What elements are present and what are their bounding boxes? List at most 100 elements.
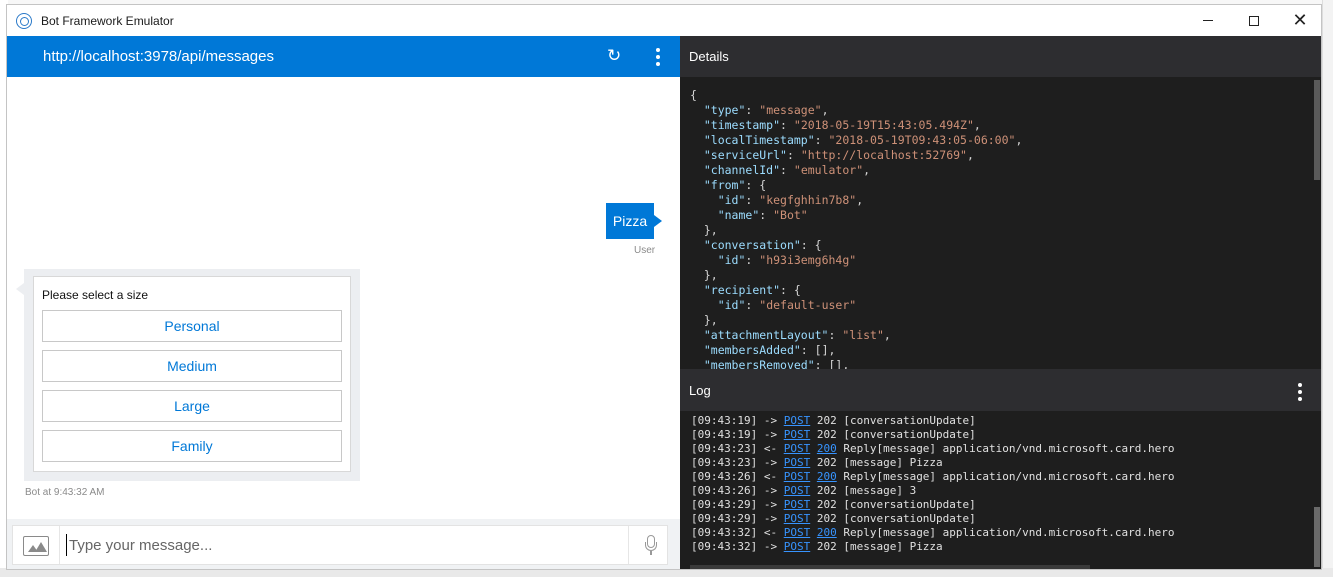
json-string: "emulator" [793,163,864,177]
json-inspector[interactable]: { "type": "message", "timestamp": "2018-… [690,88,1310,369]
log-sep [810,414,817,427]
chat-header: http://localhost:3978/api/messages ↻ [7,36,680,77]
json-punct: , [973,118,981,132]
json-line: }, [690,313,1310,328]
json-key: "attachmentLayout" [703,328,829,342]
json-punct: }, [690,223,718,237]
json-punct [690,358,704,369]
log-row: [09:43:26] -> POST 202 [message] 3 [691,484,1301,498]
json-punct: , [856,193,864,207]
chat-menu-icon[interactable] [655,48,661,66]
user-message-bubble[interactable]: Pizza [606,203,662,239]
log-method-link[interactable]: POST [784,442,811,455]
hero-card: Please select a size Personal Medium Lar… [33,276,351,472]
log-row: [09:43:32] -> POST 202 [message] Pizza [691,540,1301,554]
chat-input-bar [7,519,680,569]
json-line: "type": "message", [690,103,1310,118]
card-button-personal[interactable]: Personal [42,310,342,342]
card-button-large[interactable]: Large [42,390,342,422]
log-row: [09:43:19] -> POST 202 [conversationUpda… [691,428,1301,442]
log-sep [810,442,817,455]
minimize-button[interactable] [1185,5,1231,36]
log-row: [09:43:19] -> POST 202 [conversationUpda… [691,414,1301,428]
json-punct: : [780,118,794,132]
log-menu-icon[interactable] [1297,383,1303,401]
json-key: "membersAdded" [703,343,801,357]
json-punct: : [745,298,760,312]
minimize-icon [1203,20,1213,21]
log-row: [09:43:32] <- POST 200 Reply[message] ap… [691,526,1301,540]
json-punct: : { [745,178,767,192]
log-time: [09:43:23] -> [691,456,784,469]
json-key: "serviceUrl" [703,148,787,162]
log-status-link[interactable]: 200 [817,442,837,455]
log-panel: Log [09:43:19] -> POST 202 [conversation… [680,369,1321,569]
json-punct [690,253,718,267]
json-punct: : [], [800,343,836,357]
log-method-link[interactable]: POST [784,512,811,525]
log-entries: [09:43:19] -> POST 202 [conversationUpda… [691,414,1301,564]
json-punct: : [759,208,774,222]
json-key: "id" [717,253,746,267]
log-status: 202 [816,428,837,441]
message-input-box [12,525,668,565]
log-message: Reply[message] application/vnd.microsoft… [836,470,1175,483]
upload-image-icon[interactable] [23,536,49,556]
log-message: [message] Pizza [836,456,943,469]
log-method-link[interactable]: POST [784,456,811,469]
log-method-link[interactable]: POST [784,540,811,553]
close-button[interactable]: ✕ [1277,5,1321,36]
json-key: "timestamp" [703,118,781,132]
json-punct [690,178,704,192]
message-input[interactable] [66,534,616,556]
log-method-link[interactable]: POST [784,498,811,511]
json-punct: : [786,148,801,162]
json-punct [690,118,704,132]
log-horizontal-scrollbar[interactable] [690,565,1090,569]
card-button-medium[interactable]: Medium [42,350,342,382]
json-punct: , [863,163,871,177]
title-bar[interactable]: Bot Framework Emulator ✕ [7,5,1321,36]
endpoint-url: http://localhost:3978/api/messages [43,48,274,65]
json-punct [690,148,704,162]
json-line: "localTimestamp": "2018-05-19T09:43:05-0… [690,133,1310,148]
json-key: "channelId" [703,163,781,177]
log-method-link[interactable]: POST [784,526,811,539]
json-key: "membersRemoved" [703,358,815,369]
log-method-link[interactable]: POST [784,414,811,427]
json-key: "from" [703,178,746,192]
json-punct [690,298,718,312]
json-punct: : [828,328,843,342]
json-line: "name": "Bot" [690,208,1310,223]
json-line: "id": "h93i3emg6h4g" [690,253,1310,268]
maximize-button[interactable] [1231,5,1277,36]
log-scrollbar[interactable] [1314,507,1320,567]
chat-transcript[interactable]: Pizza User Please select a size Personal… [7,77,680,519]
json-punct [690,343,704,357]
log-row: [09:43:29] -> POST 202 [conversationUpda… [691,498,1301,512]
log-status-link[interactable]: 200 [817,526,837,539]
log-method-link[interactable]: POST [784,484,811,497]
log-status: 202 [816,540,837,553]
json-punct: : [745,193,760,207]
card-button-family[interactable]: Family [42,430,342,462]
log-status: 202 [816,512,837,525]
refresh-icon[interactable]: ↻ [607,48,623,65]
microphone-icon[interactable] [645,535,657,555]
json-string: "message" [759,103,822,117]
json-line: "id": "default-user" [690,298,1310,313]
json-line: }, [690,223,1310,238]
log-status-link[interactable]: 200 [817,470,837,483]
log-time: [09:43:23] <- [691,442,784,455]
log-message: [message] Pizza [836,540,943,553]
log-method-link[interactable]: POST [784,428,811,441]
json-key: "name" [717,208,760,222]
json-punct [690,103,704,117]
json-line: "membersAdded": [], [690,343,1310,358]
log-message: [conversationUpdate] [836,512,976,525]
log-message: Reply[message] application/vnd.microsoft… [836,442,1175,455]
log-sep [810,540,817,553]
log-status: 202 [816,498,837,511]
log-method-link[interactable]: POST [784,470,811,483]
details-scrollbar[interactable] [1314,80,1320,180]
